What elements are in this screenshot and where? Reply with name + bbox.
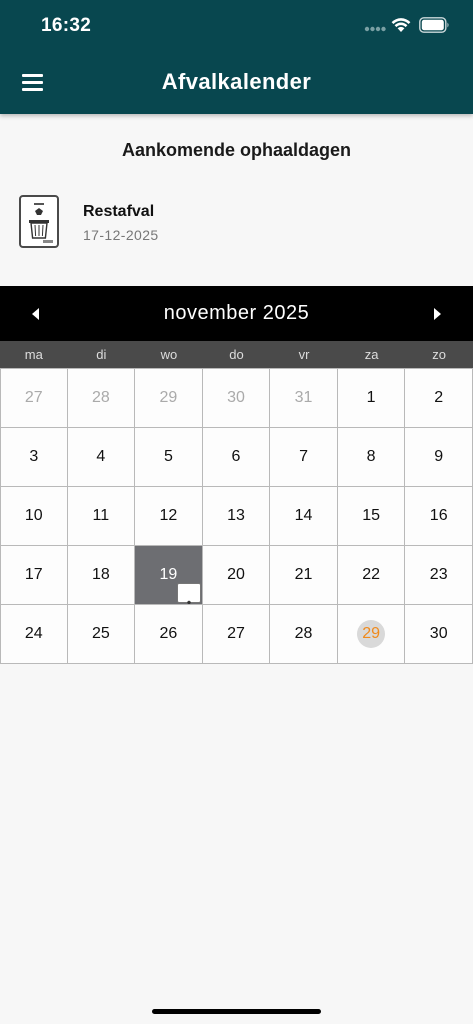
day-number: 29 [357, 619, 386, 648]
day-number: 18 [91, 566, 110, 583]
calendar-day[interactable]: 7 [270, 428, 338, 487]
calendar-day[interactable]: 29 [135, 369, 203, 428]
day-number: 13 [227, 507, 245, 524]
page-title: Afvalkalender [161, 69, 312, 94]
weekday-label: za [364, 347, 379, 362]
day-number: 19 [159, 566, 178, 583]
day-number: 9 [434, 448, 444, 465]
calendar-day[interactable]: 2 [405, 369, 473, 428]
app-header: 16:32 Afvalkalender [0, 0, 473, 114]
calendar-day[interactable]: 12 [135, 487, 203, 546]
calendar-day[interactable]: 4 [67, 428, 136, 487]
waste-type-label: Restafval [83, 203, 155, 220]
day-number: 28 [294, 625, 313, 642]
calendar-day[interactable]: 18 [67, 546, 136, 605]
status-time: 16:32 [41, 15, 92, 36]
day-number: 30 [429, 625, 448, 642]
calendar-day[interactable]: 3 [0, 428, 68, 487]
day-number: 15 [362, 507, 381, 524]
pickup-date: 17-12-2025 [83, 227, 159, 243]
day-number: 16 [429, 507, 448, 524]
calendar-day[interactable]: 27 [202, 605, 271, 664]
calendar-day[interactable]: 27 [0, 369, 68, 428]
upcoming-title: Aankomende ophaaldagen [121, 140, 352, 160]
weekday-row: ma di wo do vr za zo [0, 341, 473, 368]
calendar-day[interactable]: 6 [202, 428, 271, 487]
calendar-day[interactable]: 11 [67, 487, 136, 546]
weekday-label: ma [24, 347, 43, 362]
day-number: 23 [429, 566, 448, 583]
calendar-day[interactable]: 28 [270, 605, 338, 664]
next-month-button[interactable] [427, 304, 447, 324]
calendar-day[interactable]: 13 [202, 487, 271, 546]
calendar-day[interactable]: 17 [0, 546, 68, 605]
pickup-bin-icon [176, 583, 201, 617]
day-number: 14 [294, 507, 313, 524]
wifi-icon [391, 18, 411, 32]
day-number: 4 [96, 448, 106, 465]
calendar-day[interactable]: 31 [270, 369, 338, 428]
weekday-label: do [229, 347, 244, 362]
day-number: 29 [159, 389, 178, 406]
calendar-day[interactable]: 16 [405, 487, 473, 546]
month-label: november 2025 [163, 302, 310, 324]
day-number: 6 [231, 448, 241, 465]
restafval-bin-icon [19, 195, 59, 248]
chevron-right-icon [434, 308, 441, 320]
day-number: 8 [366, 448, 376, 465]
calendar-day-today[interactable]: 29 [337, 605, 406, 664]
calendar-day[interactable]: 23 [405, 546, 473, 605]
weekday-label: wo [160, 347, 178, 362]
day-number: 30 [227, 389, 245, 406]
calendar-day[interactable]: 28 [67, 369, 136, 428]
day-number: 21 [294, 566, 313, 583]
day-number: 25 [91, 625, 110, 642]
calendar-day[interactable]: 9 [405, 428, 473, 487]
calendar-day[interactable]: 5 [135, 428, 203, 487]
weekday-label: zo [432, 347, 447, 362]
day-number: 26 [159, 625, 178, 642]
calendar-day[interactable]: 10 [0, 487, 68, 546]
calendar-day[interactable]: 21 [270, 546, 338, 605]
day-number: 11 [92, 507, 110, 524]
calendar-day[interactable]: 26 [135, 605, 203, 664]
weekday-label: di [96, 347, 107, 362]
calendar-day[interactable]: 1 [337, 369, 406, 428]
day-number: 20 [227, 566, 245, 583]
calendar-day[interactable]: 8 [337, 428, 406, 487]
day-number: 10 [24, 507, 43, 524]
calendar-header: november 2025 [0, 286, 473, 341]
weekday-label: vr [298, 347, 310, 362]
day-number: 17 [24, 566, 43, 583]
cellular-signal-icon [364, 26, 386, 32]
day-number: 5 [163, 448, 173, 465]
calendar-day[interactable]: 25 [67, 605, 136, 664]
day-number: 12 [159, 507, 178, 524]
day-number: 3 [29, 448, 39, 465]
day-number: 27 [227, 625, 245, 642]
day-number: 2 [434, 389, 444, 406]
day-number: 24 [24, 625, 43, 642]
upcoming-pickup-item[interactable]: Restafval 17-12-2025 [0, 190, 473, 256]
calendar-day[interactable]: 14 [270, 487, 338, 546]
day-number: 31 [294, 389, 313, 406]
day-number: 27 [24, 389, 43, 406]
calendar-day[interactable]: 22 [337, 546, 406, 605]
calendar-grid: 27 28 29 30 31 1 2 3 4 5 6 7 8 9 10 11 12 13 14 15 16 17 18 19 2… [0, 368, 473, 664]
calendar-day[interactable]: 24 [0, 605, 68, 664]
calendar-day[interactable]: 30 [202, 369, 271, 428]
day-number: 28 [91, 389, 110, 406]
day-number: 22 [362, 566, 381, 583]
day-number: 7 [299, 448, 309, 465]
day-number: 1 [366, 389, 376, 406]
calendar-day[interactable]: 30 [405, 605, 473, 664]
calendar-day-pickup[interactable]: 19 [135, 546, 203, 617]
battery-icon [419, 17, 449, 33]
calendar-day[interactable]: 15 [337, 487, 406, 546]
home-indicator[interactable] [152, 1009, 321, 1014]
calendar-day[interactable]: 20 [202, 546, 271, 605]
